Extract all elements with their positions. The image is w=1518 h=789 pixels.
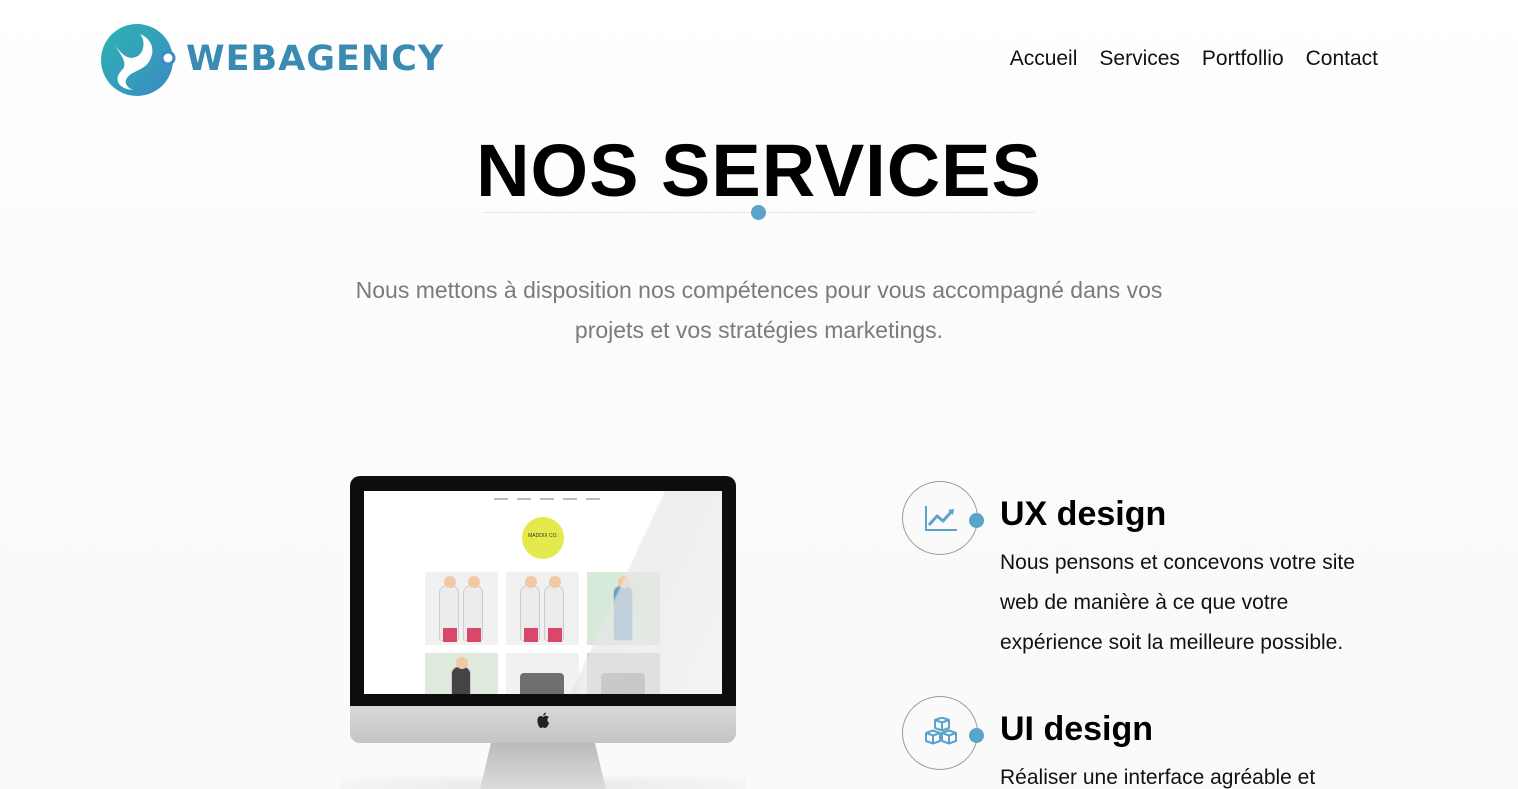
- section-header: NOS SERVICES: [0, 128, 1518, 214]
- monitor-bezel: MADDIX CO.: [350, 476, 736, 706]
- preview-logo: MADDIX CO.: [522, 517, 564, 559]
- trending-chart-icon: [925, 506, 957, 531]
- title-divider-dot: [751, 205, 766, 220]
- service-description: Réaliser une interface agréable et: [1000, 766, 1316, 789]
- main-nav: Accueil Services Portfollio Contact: [1010, 47, 1378, 71]
- page-title: NOS SERVICES: [476, 129, 1042, 212]
- service-icon-circle: [902, 696, 978, 770]
- cubes-icon: [925, 717, 957, 745]
- logo-icon: [101, 24, 176, 96]
- brand-name: WEBAGENCY: [186, 39, 445, 79]
- preview-photo: [425, 653, 498, 694]
- monitor-stand: [478, 743, 608, 789]
- service-dot: [969, 513, 984, 528]
- monitor-illustration: MADDIX CO.: [340, 476, 746, 789]
- screen-glare: [562, 491, 722, 694]
- service-icon-circle: [902, 481, 978, 555]
- intro-text: Nous mettons à disposition nos compétenc…: [355, 277, 1163, 343]
- apple-logo-icon: [537, 712, 549, 728]
- monitor-screen: MADDIX CO.: [364, 491, 722, 694]
- site-header: WEBAGENCY Accueil Services Portfollio Co…: [0, 0, 1518, 120]
- nav-link-portfolio[interactable]: Portfollio: [1202, 47, 1284, 71]
- service-title: UX design: [1000, 495, 1167, 533]
- nav-link-services[interactable]: Services: [1099, 47, 1180, 71]
- brand-logo[interactable]: WEBAGENCY: [100, 20, 444, 98]
- service-title: UI design: [1000, 710, 1154, 748]
- service-description: Nous pensons et concevons votre site web…: [1000, 551, 1355, 654]
- nav-link-contact[interactable]: Contact: [1306, 47, 1378, 71]
- nav-link-accueil[interactable]: Accueil: [1010, 47, 1078, 71]
- service-dot: [969, 728, 984, 743]
- preview-photo: [425, 572, 498, 645]
